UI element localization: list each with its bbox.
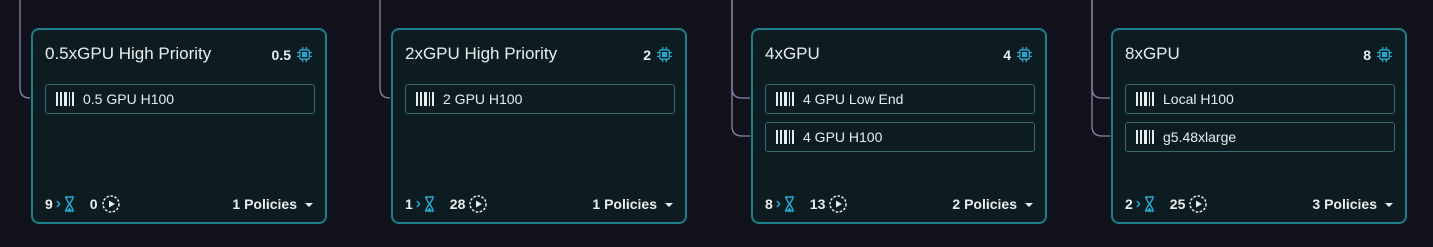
connector-2a [731, 0, 750, 99]
hourglass-icon [776, 196, 794, 212]
resource-label: g5.48xlarge [1163, 129, 1237, 145]
gpu-count: 0.5 [272, 46, 313, 63]
chevron-down-icon [305, 203, 313, 207]
card-footer: 9 0 1 Policies [45, 194, 313, 214]
play-circle-icon [829, 195, 848, 213]
resource-row[interactable]: 4 GPU Low End [765, 84, 1035, 114]
chevron-down-icon [665, 203, 673, 207]
gpu-count: 2 [643, 46, 673, 63]
gpu-count: 4 [1003, 46, 1033, 63]
queued-stat[interactable]: 2 [1125, 195, 1156, 213]
queued-stat[interactable]: 9 [45, 195, 76, 213]
queue-card-2[interactable]: 4xGPU 4 4 GPU Low End 4 GPU H100 8 13 2 … [751, 28, 1047, 224]
connector-3b [1091, 0, 1110, 137]
queued-count: 1 [405, 196, 413, 212]
gpu-chip-icon [296, 46, 313, 63]
resource-label: 2 GPU H100 [443, 91, 523, 107]
queue-card-0[interactable]: 0.5xGPU High Priority 0.5 0.5 GPU H100 9… [31, 28, 327, 224]
resource-label: 0.5 GPU H100 [83, 91, 175, 107]
gpu-chip-icon [1376, 46, 1393, 63]
queued-stat[interactable]: 8 [765, 195, 796, 213]
running-stat[interactable]: 28 [450, 194, 489, 214]
gpu-count: 8 [1363, 46, 1393, 63]
resource-row[interactable]: 2 GPU H100 [405, 84, 675, 114]
play-circle-icon [101, 195, 120, 213]
running-stat[interactable]: 25 [1170, 194, 1209, 214]
running-count: 25 [1169, 196, 1186, 212]
resource-row[interactable]: 4 GPU H100 [765, 122, 1035, 152]
gpu-chip-icon [656, 46, 673, 63]
resource-label: 4 GPU H100 [803, 129, 883, 145]
gpu-count-value: 4 [1003, 46, 1011, 63]
queued-stat[interactable]: 1 [405, 195, 436, 213]
hourglass-icon [56, 196, 74, 212]
resource-label: 4 GPU Low End [803, 91, 904, 107]
policies-dropdown[interactable]: 2 Policies [952, 196, 1033, 212]
running-count: 0 [89, 196, 98, 212]
gpu-count-value: 2 [643, 46, 651, 63]
resource-row[interactable]: g5.48xlarge [1125, 122, 1395, 152]
chevron-down-icon [1385, 203, 1393, 207]
running-stat[interactable]: 13 [810, 194, 849, 214]
resource-bars-icon [1136, 92, 1154, 106]
hourglass-icon [416, 196, 434, 212]
policies-label: 1 Policies [232, 196, 297, 212]
policies-label: 3 Policies [1312, 196, 1377, 212]
gpu-count-value: 8 [1363, 46, 1371, 63]
resource-label: Local H100 [1163, 91, 1234, 107]
resource-bars-icon [56, 92, 74, 106]
card-footer: 8 13 2 Policies [765, 194, 1033, 214]
policies-label: 1 Policies [592, 196, 657, 212]
chevron-down-icon [1025, 203, 1033, 207]
running-count: 13 [809, 196, 826, 212]
queued-count: 2 [1125, 196, 1133, 212]
resource-bars-icon [776, 92, 794, 106]
queue-card-3[interactable]: 8xGPU 8 Local H100 g5.48xlarge 2 25 3 Po… [1111, 28, 1407, 224]
play-circle-icon [469, 195, 488, 213]
policies-label: 2 Policies [952, 196, 1017, 212]
queued-count: 8 [765, 196, 773, 212]
card-footer: 1 28 1 Policies [405, 194, 673, 214]
policies-dropdown[interactable]: 1 Policies [232, 196, 313, 212]
connector-3a [1091, 0, 1110, 99]
resource-bars-icon [1136, 130, 1154, 144]
queue-title: 8xGPU [1125, 44, 1180, 63]
policies-dropdown[interactable]: 3 Policies [1312, 196, 1393, 212]
gpu-count-value: 0.5 [271, 46, 291, 63]
resource-bars-icon [416, 92, 434, 106]
resource-row[interactable]: Local H100 [1125, 84, 1395, 114]
running-count: 28 [449, 196, 466, 212]
resource-row[interactable]: 0.5 GPU H100 [45, 84, 315, 114]
hourglass-icon [1136, 196, 1154, 212]
running-stat[interactable]: 0 [90, 194, 121, 214]
card-footer: 2 25 3 Policies [1125, 194, 1393, 214]
policies-dropdown[interactable]: 1 Policies [592, 196, 673, 212]
connector-1 [379, 0, 391, 99]
gpu-chip-icon [1016, 46, 1033, 63]
queue-title: 4xGPU [765, 44, 820, 63]
connector-0 [19, 0, 31, 99]
queue-card-1[interactable]: 2xGPU High Priority 2 2 GPU H100 1 28 1 … [391, 28, 687, 224]
resource-bars-icon [776, 130, 794, 144]
play-circle-icon [1189, 195, 1208, 213]
queue-title: 0.5xGPU High Priority [45, 44, 212, 63]
queue-title: 2xGPU High Priority [405, 44, 558, 63]
queued-count: 9 [45, 196, 53, 212]
connector-2b [731, 0, 750, 137]
